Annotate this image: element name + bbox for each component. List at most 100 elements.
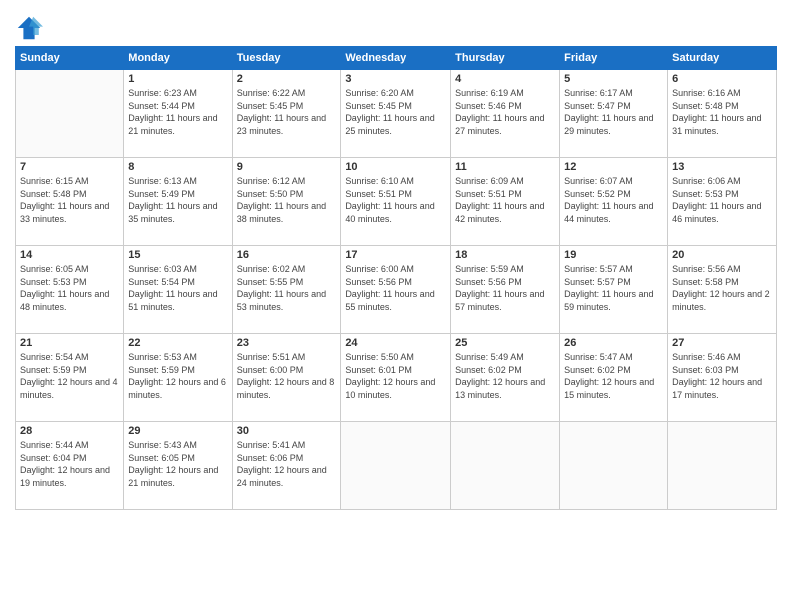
day-number: 23 bbox=[237, 337, 337, 349]
calendar-cell: 2 Sunrise: 6:22 AMSunset: 5:45 PMDaylight… bbox=[232, 70, 341, 158]
day-info: Sunrise: 6:12 AMSunset: 5:50 PMDaylight:… bbox=[237, 175, 337, 225]
day-number: 15 bbox=[128, 249, 227, 261]
calendar-cell: 18 Sunrise: 5:59 AMSunset: 5:56 PMDayligh… bbox=[451, 246, 560, 334]
day-info: Sunrise: 5:43 AMSunset: 6:05 PMDaylight:… bbox=[128, 439, 227, 489]
calendar-cell: 11Sunrise: 6:09 AMSunset: 5:51 PMDayligh… bbox=[451, 158, 560, 246]
day-number: 6 bbox=[672, 73, 772, 85]
day-info: Sunrise: 6:22 AMSunset: 5:45 PMDaylight:… bbox=[237, 87, 337, 137]
calendar-cell: 12 Sunrise: 6:07 AMSunset: 5:52 PMDayligh… bbox=[560, 158, 668, 246]
calendar-cell: 7 Sunrise: 6:15 AMSunset: 5:48 PMDaylight… bbox=[16, 158, 124, 246]
calendar-cell: 22Sunrise: 5:53 AMSunset: 5:59 PMDayligh… bbox=[124, 334, 232, 422]
calendar-header-row: SundayMondayTuesdayWednesdayThursdayFrid… bbox=[16, 47, 777, 70]
day-number: 25 bbox=[455, 337, 555, 349]
calendar-table: SundayMondayTuesdayWednesdayThursdayFrid… bbox=[15, 46, 777, 510]
day-number: 18 bbox=[455, 249, 555, 261]
calendar-cell: 30Sunrise: 5:41 AMSunset: 6:06 PMDayligh… bbox=[232, 422, 341, 510]
day-info: Sunrise: 5:54 AMSunset: 5:59 PMDaylight:… bbox=[20, 351, 119, 401]
day-number: 9 bbox=[237, 161, 337, 173]
calendar-cell: 5 Sunrise: 6:17 AMSunset: 5:47 PMDaylight… bbox=[560, 70, 668, 158]
calendar-cell: 10 Sunrise: 6:10 AMSunset: 5:51 PMDayligh… bbox=[341, 158, 451, 246]
calendar-header-monday: Monday bbox=[124, 47, 232, 70]
day-info: Sunrise: 6:05 AMSunset: 5:53 PMDaylight:… bbox=[20, 263, 119, 313]
day-info: Sunrise: 6:23 AMSunset: 5:44 PMDaylight:… bbox=[128, 87, 227, 137]
day-info: Sunrise: 6:15 AMSunset: 5:48 PMDaylight:… bbox=[20, 175, 119, 225]
day-number: 28 bbox=[20, 425, 119, 437]
day-info: Sunrise: 5:56 AMSunset: 5:58 PMDaylight:… bbox=[672, 263, 772, 313]
calendar-header-wednesday: Wednesday bbox=[341, 47, 451, 70]
day-info: Sunrise: 5:46 AMSunset: 6:03 PMDaylight:… bbox=[672, 351, 772, 401]
calendar-cell: 20 Sunrise: 5:56 AMSunset: 5:58 PMDayligh… bbox=[668, 246, 777, 334]
day-number: 27 bbox=[672, 337, 772, 349]
calendar-cell: 19 Sunrise: 5:57 AMSunset: 5:57 PMDayligh… bbox=[560, 246, 668, 334]
calendar-header-thursday: Thursday bbox=[451, 47, 560, 70]
day-number: 24 bbox=[345, 337, 446, 349]
day-info: Sunrise: 5:49 AMSunset: 6:02 PMDaylight:… bbox=[455, 351, 555, 401]
day-number: 30 bbox=[237, 425, 337, 437]
day-info: Sunrise: 6:00 AMSunset: 5:56 PMDaylight:… bbox=[345, 263, 446, 313]
calendar-cell bbox=[341, 422, 451, 510]
day-info: Sunrise: 6:02 AMSunset: 5:55 PMDaylight:… bbox=[237, 263, 337, 313]
calendar-header-tuesday: Tuesday bbox=[232, 47, 341, 70]
calendar-cell: 21 Sunrise: 5:54 AMSunset: 5:59 PMDayligh… bbox=[16, 334, 124, 422]
logo-icon bbox=[15, 14, 43, 42]
day-number: 20 bbox=[672, 249, 772, 261]
calendar-week-3: 14 Sunrise: 6:05 AMSunset: 5:53 PMDayligh… bbox=[16, 246, 777, 334]
calendar-cell: 14 Sunrise: 6:05 AMSunset: 5:53 PMDayligh… bbox=[16, 246, 124, 334]
day-number: 11 bbox=[455, 161, 555, 173]
day-info: Sunrise: 5:57 AMSunset: 5:57 PMDaylight:… bbox=[564, 263, 663, 313]
day-info: Sunrise: 6:10 AMSunset: 5:51 PMDaylight:… bbox=[345, 175, 446, 225]
calendar-week-1: 1 Sunrise: 6:23 AMSunset: 5:44 PMDaylight… bbox=[16, 70, 777, 158]
calendar-header-sunday: Sunday bbox=[16, 47, 124, 70]
calendar-cell: 1 Sunrise: 6:23 AMSunset: 5:44 PMDaylight… bbox=[124, 70, 232, 158]
day-number: 2 bbox=[237, 73, 337, 85]
calendar-cell: 17 Sunrise: 6:00 AMSunset: 5:56 PMDayligh… bbox=[341, 246, 451, 334]
day-number: 29 bbox=[128, 425, 227, 437]
day-number: 3 bbox=[345, 73, 446, 85]
calendar-week-2: 7 Sunrise: 6:15 AMSunset: 5:48 PMDaylight… bbox=[16, 158, 777, 246]
day-number: 26 bbox=[564, 337, 663, 349]
calendar-cell bbox=[451, 422, 560, 510]
calendar-cell: 4 Sunrise: 6:19 AMSunset: 5:46 PMDaylight… bbox=[451, 70, 560, 158]
day-info: Sunrise: 6:19 AMSunset: 5:46 PMDaylight:… bbox=[455, 87, 555, 137]
day-number: 1 bbox=[128, 73, 227, 85]
day-info: Sunrise: 5:53 AMSunset: 5:59 PMDaylight:… bbox=[128, 351, 227, 401]
day-number: 13 bbox=[672, 161, 772, 173]
day-number: 21 bbox=[20, 337, 119, 349]
day-info: Sunrise: 5:47 AMSunset: 6:02 PMDaylight:… bbox=[564, 351, 663, 401]
day-number: 12 bbox=[564, 161, 663, 173]
page: SundayMondayTuesdayWednesdayThursdayFrid… bbox=[0, 0, 792, 612]
calendar-week-5: 28 Sunrise: 5:44 AMSunset: 6:04 PMDayligh… bbox=[16, 422, 777, 510]
header bbox=[15, 10, 777, 42]
day-info: Sunrise: 5:51 AMSunset: 6:00 PMDaylight:… bbox=[237, 351, 337, 401]
calendar-header-friday: Friday bbox=[560, 47, 668, 70]
day-number: 7 bbox=[20, 161, 119, 173]
day-info: Sunrise: 6:13 AMSunset: 5:49 PMDaylight:… bbox=[128, 175, 227, 225]
day-info: Sunrise: 6:17 AMSunset: 5:47 PMDaylight:… bbox=[564, 87, 663, 137]
calendar-cell: 27 Sunrise: 5:46 AMSunset: 6:03 PMDayligh… bbox=[668, 334, 777, 422]
day-info: Sunrise: 5:50 AMSunset: 6:01 PMDaylight:… bbox=[345, 351, 446, 401]
day-info: Sunrise: 5:59 AMSunset: 5:56 PMDaylight:… bbox=[455, 263, 555, 313]
calendar-cell: 3 Sunrise: 6:20 AMSunset: 5:45 PMDaylight… bbox=[341, 70, 451, 158]
day-info: Sunrise: 6:20 AMSunset: 5:45 PMDaylight:… bbox=[345, 87, 446, 137]
calendar-cell bbox=[668, 422, 777, 510]
logo bbox=[15, 14, 45, 42]
day-number: 5 bbox=[564, 73, 663, 85]
calendar-cell: 13 Sunrise: 6:06 AMSunset: 5:53 PMDayligh… bbox=[668, 158, 777, 246]
day-number: 17 bbox=[345, 249, 446, 261]
calendar-cell: 23 Sunrise: 5:51 AMSunset: 6:00 PMDayligh… bbox=[232, 334, 341, 422]
day-number: 8 bbox=[128, 161, 227, 173]
day-number: 4 bbox=[455, 73, 555, 85]
calendar-week-4: 21 Sunrise: 5:54 AMSunset: 5:59 PMDayligh… bbox=[16, 334, 777, 422]
day-number: 10 bbox=[345, 161, 446, 173]
calendar-cell bbox=[16, 70, 124, 158]
day-info: Sunrise: 5:44 AMSunset: 6:04 PMDaylight:… bbox=[20, 439, 119, 489]
day-info: Sunrise: 6:07 AMSunset: 5:52 PMDaylight:… bbox=[564, 175, 663, 225]
day-number: 14 bbox=[20, 249, 119, 261]
calendar-cell: 25 Sunrise: 5:49 AMSunset: 6:02 PMDayligh… bbox=[451, 334, 560, 422]
calendar-cell: 29 Sunrise: 5:43 AMSunset: 6:05 PMDayligh… bbox=[124, 422, 232, 510]
calendar-cell: 28 Sunrise: 5:44 AMSunset: 6:04 PMDayligh… bbox=[16, 422, 124, 510]
calendar-cell: 8 Sunrise: 6:13 AMSunset: 5:49 PMDaylight… bbox=[124, 158, 232, 246]
day-info: Sunrise: 6:06 AMSunset: 5:53 PMDaylight:… bbox=[672, 175, 772, 225]
day-number: 19 bbox=[564, 249, 663, 261]
day-number: 16 bbox=[237, 249, 337, 261]
